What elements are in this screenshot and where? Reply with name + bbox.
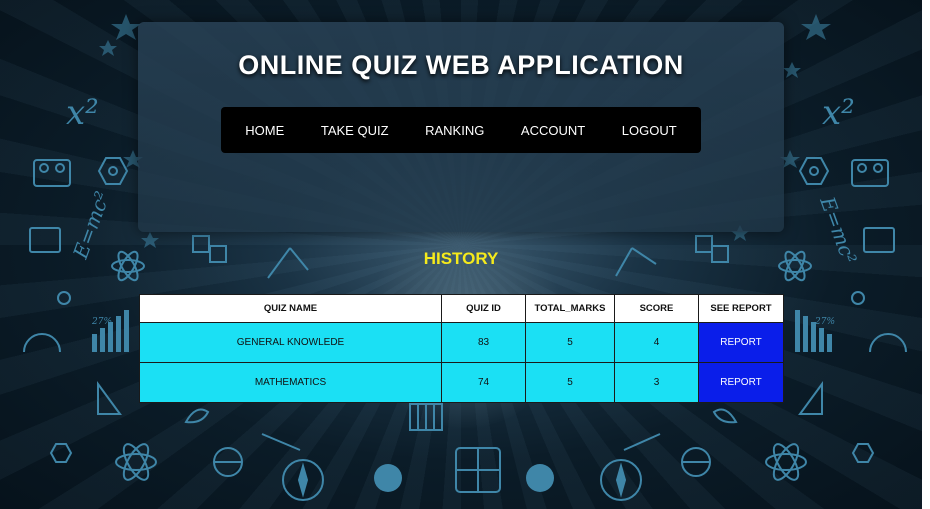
svg-text:x²: x² xyxy=(822,93,855,133)
column-header-see-report: SEE REPORT xyxy=(698,294,784,323)
nav-home[interactable]: HOME xyxy=(237,119,292,142)
app-title: ONLINE QUIZ WEB APPLICATION xyxy=(238,50,684,80)
quiz-name-cell: GENERAL KNOWLEDE xyxy=(139,322,442,363)
column-header-score: SCORE xyxy=(614,294,699,323)
quiz-name-cell: MATHEMATICS xyxy=(139,362,442,403)
nav-account[interactable]: ACCOUNT xyxy=(513,119,593,142)
nav-take-quiz[interactable]: TAKE QUIZ xyxy=(313,119,397,142)
calculator-icon xyxy=(455,447,501,493)
svg-text:27%: 27% xyxy=(814,317,835,327)
report-button[interactable]: REPORT xyxy=(698,362,784,403)
hexagon-molecule-icon xyxy=(49,443,875,463)
nav-bar: HOME TAKE QUIZ RANKING ACCOUNT LOGOUT xyxy=(221,107,701,153)
total-marks-cell: 5 xyxy=(525,362,615,403)
plant-icon xyxy=(184,408,738,424)
history-table: QUIZ NAME QUIZ ID TOTAL_MARKS SCORE SEE … xyxy=(139,294,784,403)
svg-text:27%: 27% xyxy=(91,317,112,327)
svg-text:x²: x² xyxy=(66,93,99,133)
column-header-quiz-name: QUIZ NAME xyxy=(139,294,442,323)
score-cell: 3 xyxy=(614,362,699,403)
total-marks-cell: 5 xyxy=(525,322,615,363)
score-cell: 4 xyxy=(614,322,699,363)
nav-logout[interactable]: LOGOUT xyxy=(614,119,685,142)
abacus-icon xyxy=(409,403,443,431)
column-header-quiz-id: QUIZ ID xyxy=(441,294,526,323)
table-row: MATHEMATICS 74 5 3 REPORT xyxy=(139,362,784,403)
navigation-compass-icon xyxy=(282,459,642,501)
nav-ranking[interactable]: RANKING xyxy=(417,119,492,142)
history-heading: HISTORY xyxy=(423,249,499,268)
report-button[interactable]: REPORT xyxy=(698,322,784,363)
quiz-id-cell: 74 xyxy=(441,362,526,403)
column-header-total-marks: TOTAL_MARKS xyxy=(525,294,615,323)
table-header-row: QUIZ NAME QUIZ ID TOTAL_MARKS SCORE SEE … xyxy=(139,294,784,323)
apple-icon xyxy=(374,464,554,492)
quiz-id-cell: 83 xyxy=(441,322,526,363)
page-background: x² x² E=mc² E=mc² 27% 27% ONLINE QUIZ WE… xyxy=(0,0,922,509)
table-row: GENERAL KNOWLEDE 83 5 4 REPORT xyxy=(139,322,784,363)
globe-icon xyxy=(213,447,711,477)
